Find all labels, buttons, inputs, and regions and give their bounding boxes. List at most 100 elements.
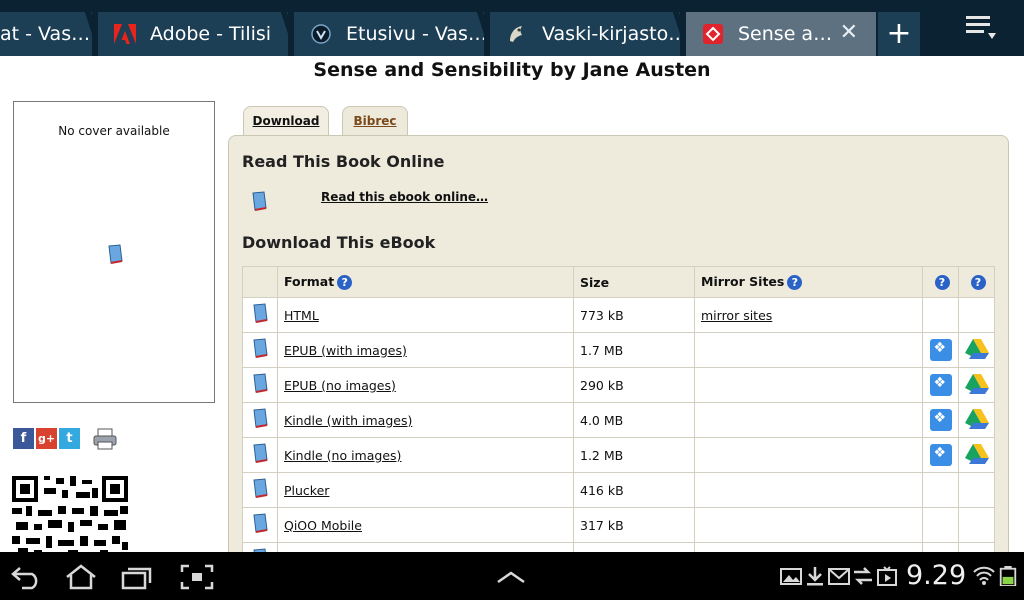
format-cell[interactable]: HTML xyxy=(277,297,574,333)
format-link[interactable]: EPUB (with images) xyxy=(284,343,407,358)
back-icon[interactable] xyxy=(10,564,44,590)
qr-code xyxy=(12,476,128,552)
screenshot-icon[interactable] xyxy=(180,564,214,590)
dropbox-cell xyxy=(922,437,959,473)
recent-apps-icon[interactable] xyxy=(120,564,154,590)
browser-tab-2[interactable]: Adobe - Tilisi xyxy=(98,12,288,56)
read-online-link[interactable]: Read this ebook online… xyxy=(321,190,488,204)
tab-download[interactable]: Download xyxy=(243,106,329,135)
download-table: Format? Size Mirror Sites? ? ? HTML 773 k… xyxy=(242,266,995,552)
format-cell[interactable]: EPUB (with images) xyxy=(277,332,574,368)
tab-title: Adobe - Tilisi xyxy=(150,23,272,45)
google-drive-icon[interactable] xyxy=(964,338,989,363)
format-book-icon xyxy=(242,367,278,403)
mirror-cell xyxy=(694,437,923,473)
format-link[interactable]: QiOO Mobile xyxy=(284,518,362,533)
tab-bibrec[interactable]: Bibrec xyxy=(342,106,408,135)
google-drive-icon[interactable] xyxy=(964,443,989,468)
format-book-icon xyxy=(242,332,278,368)
format-link[interactable]: HTML xyxy=(284,308,319,323)
menu-icon[interactable] xyxy=(960,12,1000,44)
table-row xyxy=(242,542,995,552)
header-mirrors: Mirror Sites? xyxy=(694,266,923,298)
size-cell xyxy=(573,542,695,552)
size-cell: 4.0 MB xyxy=(573,402,695,438)
book-icon xyxy=(108,244,123,264)
mirror-cell xyxy=(694,542,923,552)
format-book-icon xyxy=(242,542,278,552)
format-link[interactable]: Kindle (no images) xyxy=(284,448,401,463)
table-row: EPUB (with images) 1.7 MB xyxy=(242,332,995,368)
dropbox-cell xyxy=(922,402,959,438)
dropbox-icon[interactable] xyxy=(929,339,952,361)
new-tab-button[interactable]: + xyxy=(878,12,920,56)
format-cell[interactable]: EPUB (no images) xyxy=(277,367,574,403)
drive-cell xyxy=(958,437,995,473)
tab-title: at - Vas… xyxy=(0,23,91,45)
google-drive-icon[interactable] xyxy=(964,408,989,433)
download-heading: Download This eBook xyxy=(242,233,436,252)
gallery-icon xyxy=(780,568,802,585)
header-mirrors-label: Mirror Sites xyxy=(701,274,785,289)
dropbox-cell xyxy=(922,367,959,403)
table-row: EPUB (no images) 290 kB xyxy=(242,367,995,403)
mirror-link[interactable]: mirror sites xyxy=(701,308,772,323)
format-cell[interactable]: QiOO Mobile xyxy=(277,507,574,543)
google-plus-icon[interactable]: g+ xyxy=(36,428,57,449)
help-icon[interactable]: ? xyxy=(970,275,986,290)
chevron-up-icon[interactable] xyxy=(494,564,528,590)
dropbox-icon[interactable] xyxy=(929,374,952,396)
format-cell[interactable]: Kindle (with images) xyxy=(277,402,574,438)
header-drive: ? xyxy=(958,266,995,298)
size-cell: 290 kB xyxy=(573,367,695,403)
download-panel: Read This Book Online Read this ebook on… xyxy=(228,135,1009,552)
browser-tab-5-active[interactable]: Sense a… ✕ xyxy=(686,12,876,56)
twitter-icon[interactable]: t xyxy=(59,428,80,449)
help-icon[interactable]: ? xyxy=(787,275,803,290)
drive-cell xyxy=(958,507,995,543)
format-book-icon xyxy=(242,507,278,543)
book-icon xyxy=(252,191,267,211)
format-cell[interactable]: Kindle (no images) xyxy=(277,437,574,473)
drive-cell xyxy=(958,402,995,438)
header-dropbox: ? xyxy=(922,266,959,298)
facebook-icon[interactable]: f xyxy=(13,428,34,449)
cover-placeholder-text: No cover available xyxy=(58,124,170,138)
site-logo-icon xyxy=(310,23,332,45)
drive-cell xyxy=(958,367,995,403)
web-page: Sense and Sensibility by Jane Austen No … xyxy=(0,56,1024,552)
mirror-cell xyxy=(694,367,923,403)
help-icon[interactable]: ? xyxy=(934,275,950,290)
page-title: Sense and Sensibility by Jane Austen xyxy=(313,59,711,81)
format-book-icon xyxy=(242,472,278,508)
format-link[interactable]: Kindle (with images) xyxy=(284,413,412,428)
table-row: Kindle (with images) 4.0 MB xyxy=(242,402,995,438)
mirror-cell xyxy=(694,402,923,438)
format-link[interactable]: Plucker xyxy=(284,483,329,498)
mirror-cell[interactable]: mirror sites xyxy=(694,297,923,333)
browser-tab-1[interactable]: at - Vas… xyxy=(0,12,92,56)
read-online-heading: Read This Book Online xyxy=(242,152,445,171)
print-icon[interactable] xyxy=(92,428,118,450)
adobe-icon xyxy=(114,23,136,45)
table-row: Kindle (no images) 1.2 MB xyxy=(242,437,995,473)
browser-tab-4[interactable]: Vaski-kirjasto… xyxy=(490,12,680,56)
format-link[interactable]: EPUB (no images) xyxy=(284,378,396,393)
tab-title: Etusivu - Vas… xyxy=(346,23,484,45)
close-tab-icon[interactable]: ✕ xyxy=(840,20,858,45)
format-cell[interactable]: Plucker xyxy=(277,472,574,508)
help-icon[interactable]: ? xyxy=(337,275,353,290)
dropbox-icon[interactable] xyxy=(929,409,952,431)
browser-tab-strip: at - Vas… Adobe - Tilisi Etusivu - Vas… … xyxy=(0,0,1024,56)
table-row: Plucker 416 kB xyxy=(242,472,995,508)
table-row: HTML 773 kB mirror sites xyxy=(242,297,995,333)
header-icon-cell xyxy=(242,266,278,298)
home-icon[interactable] xyxy=(64,564,98,590)
drive-cell xyxy=(958,542,995,552)
drive-cell xyxy=(958,297,995,333)
google-drive-icon[interactable] xyxy=(964,373,989,398)
size-cell: 773 kB xyxy=(573,297,695,333)
dropbox-icon[interactable] xyxy=(929,444,952,466)
browser-tab-3[interactable]: Etusivu - Vas… xyxy=(294,12,484,56)
tab-title: Sense a… xyxy=(738,23,833,45)
